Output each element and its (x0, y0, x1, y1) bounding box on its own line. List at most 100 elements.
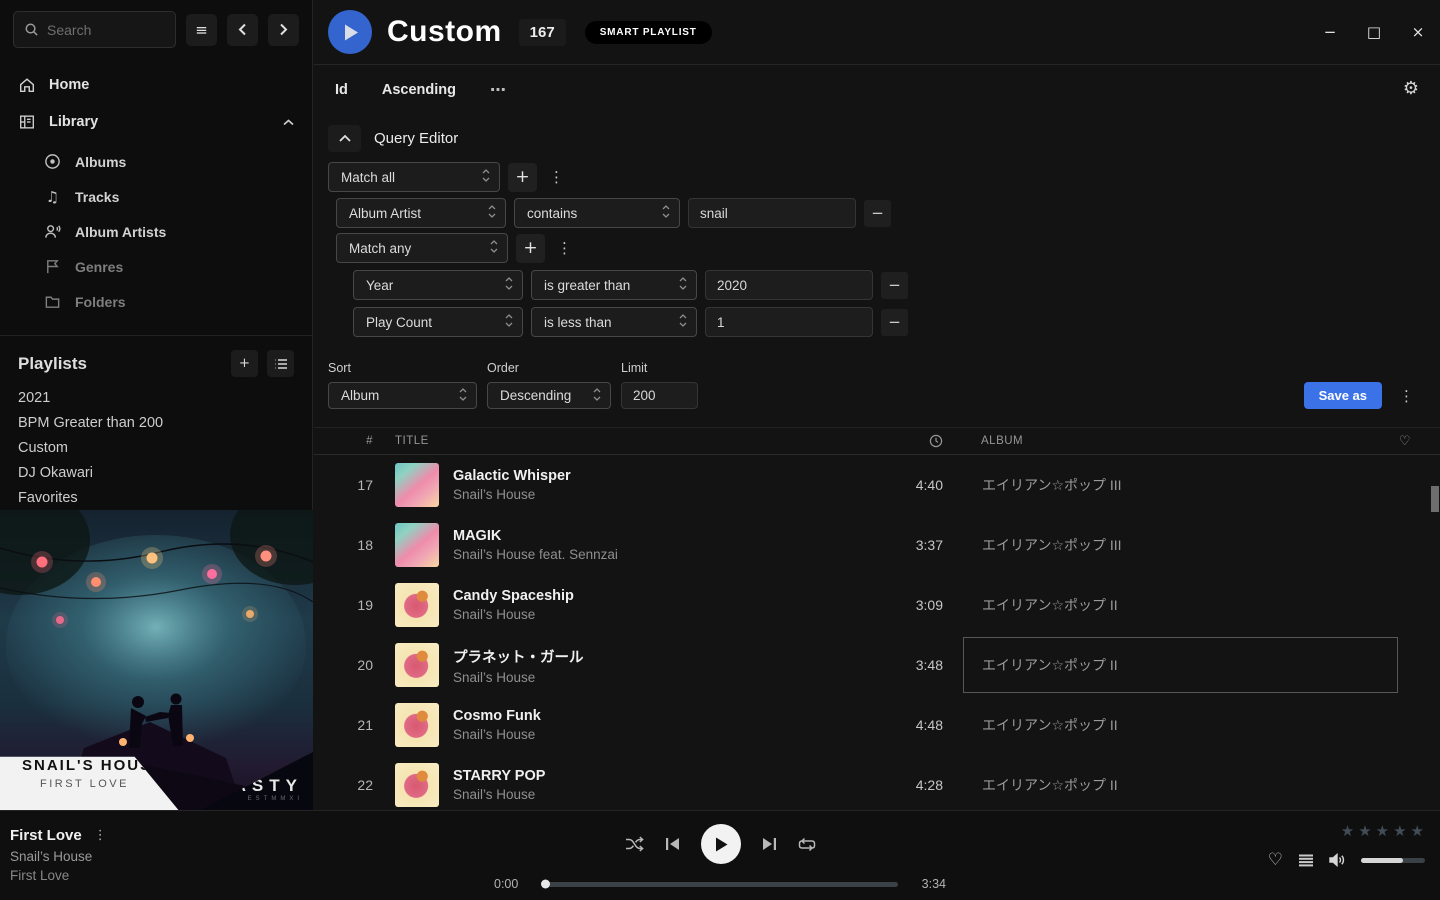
now-playing-album[interactable]: First Love (10, 868, 485, 883)
track-title[interactable]: STARRY POP (453, 768, 871, 784)
search-input[interactable] (47, 22, 165, 38)
root-match-select[interactable]: Match all (328, 162, 500, 192)
rating-star-button[interactable]: ★ (1392, 822, 1407, 840)
track-title[interactable]: Cosmo Funk (453, 708, 871, 724)
add-rule-button[interactable]: + (508, 163, 537, 192)
rule-operator-select[interactable]: is greater than (531, 270, 697, 300)
nav-forward-button[interactable] (268, 14, 299, 46)
track-album-cell[interactable]: エイリアン☆ポップ II (963, 697, 1398, 753)
play-playlist-button[interactable] (328, 10, 372, 54)
rule-group-menu-button[interactable]: ⋮ (545, 168, 568, 186)
track-title[interactable]: Candy Spaceship (453, 588, 871, 604)
column-header-favorite[interactable]: ♡ (1378, 434, 1440, 449)
sidebar-item-tracks[interactable]: ♫ Tracks (0, 179, 312, 214)
playlist-item[interactable]: Custom (0, 435, 312, 460)
playlist-item[interactable]: DJ Okawari (0, 460, 312, 485)
limit-input[interactable] (621, 382, 698, 409)
remove-rule-button[interactable]: − (881, 272, 908, 299)
track-title[interactable]: MAGIK (453, 528, 871, 544)
collapse-query-editor-button[interactable] (328, 125, 361, 152)
track-artist[interactable]: Snail’s House (453, 727, 871, 742)
sidebar-item-album-artists[interactable]: Album Artists (0, 214, 312, 249)
track-album-cell[interactable]: エイリアン☆ポップ II (963, 757, 1398, 809)
rule-value-input[interactable] (705, 307, 873, 337)
remove-rule-button[interactable]: − (864, 200, 891, 227)
save-menu-button[interactable]: ⋮ (1395, 387, 1418, 405)
rating-star-button[interactable]: ★ (1375, 822, 1390, 840)
volume-slider[interactable] (1361, 858, 1425, 863)
volume-mute-button[interactable] (1329, 853, 1346, 867)
sort-order-button[interactable]: Ascending (382, 82, 456, 98)
track-artist[interactable]: Snail’s House (453, 607, 871, 622)
nav-back-button[interactable] (227, 14, 258, 46)
rule-field-select[interactable]: Play Count (353, 307, 523, 337)
playlist-item[interactable]: BPM Greater than 200 (0, 410, 312, 435)
track-album-cell[interactable]: エイリアン☆ポップ II (963, 637, 1398, 693)
playlist-item[interactable]: Favorites (0, 485, 312, 510)
track-artist[interactable]: Snail’s House feat. Sennzai (453, 547, 871, 562)
sort-field-button[interactable]: Id (335, 82, 348, 98)
rule-operator-select[interactable]: is less than (531, 307, 697, 337)
queue-button[interactable] (1298, 854, 1314, 867)
rule-field-select[interactable]: Year (353, 270, 523, 300)
remove-rule-button[interactable]: − (881, 309, 908, 336)
column-header-index[interactable]: # (314, 435, 373, 447)
save-as-button[interactable]: Save as (1304, 382, 1382, 409)
now-playing-title[interactable]: First Love (10, 827, 82, 844)
table-row[interactable]: 22 STARRY POP Snail’s House 4:28 エイリアン☆ポ… (314, 755, 1440, 809)
table-row[interactable]: 20 プラネット・ガール Snail’s House 3:48 エイリアン☆ポッ… (314, 635, 1440, 695)
column-header-duration[interactable] (871, 434, 943, 448)
collapse-caret-icon[interactable] (283, 114, 294, 130)
rule-field-select[interactable]: Album Artist (336, 198, 506, 228)
scrollbar-thumb[interactable] (1431, 486, 1439, 512)
sidebar-item-home[interactable]: Home (0, 66, 312, 103)
add-playlist-button[interactable]: + (231, 350, 258, 377)
shuffle-button[interactable] (625, 836, 644, 852)
minimize-button[interactable]: − (1308, 0, 1352, 64)
search-box[interactable] (13, 11, 176, 48)
next-button[interactable] (762, 837, 777, 851)
settings-gear-icon[interactable]: ⚙ (1403, 78, 1419, 99)
now-playing-artwork[interactable]: SNAIL'S HOUSE FIRST LOVE TASTY ESTMMXI (0, 510, 313, 810)
table-row[interactable]: 21 Cosmo Funk Snail’s House 4:48 エイリアン☆ポ… (314, 695, 1440, 755)
previous-button[interactable] (665, 837, 680, 851)
track-title[interactable]: Galactic Whisper (453, 468, 871, 484)
seek-slider[interactable] (542, 882, 898, 887)
table-row[interactable]: 18 MAGIK Snail’s House feat. Sennzai 3:3… (314, 515, 1440, 575)
rule-value-input[interactable] (688, 198, 856, 228)
track-album-cell[interactable]: エイリアン☆ポップ II (963, 577, 1398, 633)
now-playing-artist[interactable]: Snail’s House (10, 849, 485, 864)
order-select[interactable]: Descending (487, 382, 611, 409)
maximize-button[interactable]: □ (1352, 0, 1396, 64)
column-header-album[interactable]: ALBUM (943, 435, 1378, 447)
add-rule-button[interactable]: + (516, 234, 545, 263)
close-button[interactable]: × (1396, 0, 1440, 64)
playlist-list-button[interactable] (267, 350, 294, 377)
now-playing-menu-button[interactable]: ⋮ (94, 828, 107, 843)
more-options-button[interactable]: ⋯ (490, 80, 507, 99)
column-header-title[interactable]: TITLE (395, 435, 871, 447)
sidebar-item-genres[interactable]: Genres (0, 249, 312, 284)
table-row[interactable]: 19 Candy Spaceship Snail’s House 3:09 エイ… (314, 575, 1440, 635)
sidebar-item-folders[interactable]: Folders (0, 284, 312, 319)
track-title[interactable]: プラネット・ガール (453, 646, 871, 667)
rating-star-button[interactable]: ★ (1340, 822, 1355, 840)
track-artist[interactable]: Snail’s House (453, 787, 871, 802)
sidebar-item-albums[interactable]: Albums (0, 144, 312, 179)
group-match-select[interactable]: Match any (336, 233, 508, 263)
rating-star-button[interactable]: ★ (1410, 822, 1425, 840)
menu-button[interactable]: ≡ (186, 14, 217, 46)
play-pause-button[interactable] (701, 824, 741, 864)
sort-select[interactable]: Album (328, 382, 477, 409)
track-album-cell[interactable]: エイリアン☆ポップ III (963, 517, 1398, 573)
rating-star-button[interactable]: ★ (1357, 822, 1372, 840)
track-artist[interactable]: Snail’s House (453, 487, 871, 502)
rule-operator-select[interactable]: contains (514, 198, 680, 228)
rule-group-menu-button[interactable]: ⋮ (553, 239, 576, 257)
track-artist[interactable]: Snail’s House (453, 670, 871, 685)
rule-value-input[interactable] (705, 270, 873, 300)
table-row[interactable]: 17 Galactic Whisper Snail’s House 4:40 エ… (314, 455, 1440, 515)
track-album-cell[interactable]: エイリアン☆ポップ III (963, 457, 1398, 513)
playlist-item[interactable]: 2021 (0, 385, 312, 410)
repeat-button[interactable] (798, 837, 816, 852)
